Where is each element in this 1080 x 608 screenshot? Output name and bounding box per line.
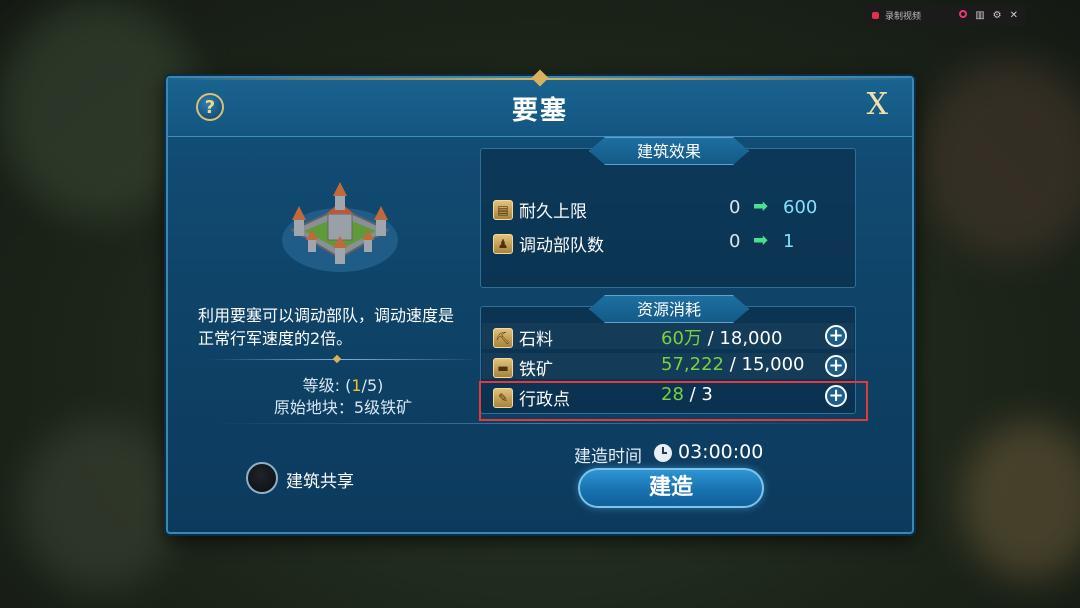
arrow-right-icon: ➡ [753, 230, 769, 251]
highlight-box [479, 381, 868, 421]
iron-icon: ▬ [493, 357, 513, 378]
troop-icon: ♟ [493, 233, 513, 254]
screen-recorder-bar: 录制视频 ▥ ⚙ ✕ [866, 4, 1026, 26]
title-ornament-line [546, 78, 912, 80]
effects-section: 建筑效果 ▤ 耐久上限 0 ➡ 600 ♟ 调动部队数 0 ➡ 1 [480, 137, 856, 288]
building-level: 等级: (1/5) [302, 376, 384, 395]
effect-label: 调动部队数 [519, 236, 604, 256]
divider [208, 423, 868, 424]
stone-icon: ⛏ [493, 327, 513, 348]
fortress-dialog: ? 要塞 X 利用要塞可以调动部队，调动速度是正常行军速度的2倍。 等级: (1… [166, 69, 914, 534]
effect-label: 耐久上限 [519, 202, 587, 222]
background-blob [920, 60, 1080, 260]
effect-to: 600 [783, 197, 818, 218]
record-button-icon[interactable] [959, 9, 968, 18]
fortress-image [280, 178, 400, 278]
building-description: 利用要塞可以调动部队，调动速度是正常行军速度的2倍。 [198, 306, 455, 348]
building-share-toggle[interactable] [246, 462, 278, 494]
build-button[interactable]: 建造 [578, 468, 764, 508]
settings-icon[interactable]: ⚙ [993, 10, 1002, 21]
build-time-value: 03:00:00 [678, 441, 764, 463]
add-iron-button[interactable]: + [825, 355, 847, 377]
resource-label: 铁矿 [519, 360, 553, 380]
dialog-title: 要塞 [511, 96, 568, 126]
background-blob [20, 420, 180, 590]
resource-row-iron: ▬ 铁矿 [493, 355, 553, 380]
resource-label: 石料 [519, 330, 553, 350]
record-icon [872, 11, 879, 19]
divider [208, 359, 478, 360]
resources-header: 资源消耗 [589, 295, 749, 323]
effect-row-troops: ♟ 调动部队数 [493, 231, 604, 256]
dialog-header: ? 要塞 X [168, 69, 912, 137]
original-tile: 原始地块：5级铁矿 [273, 398, 413, 417]
effect-row-durability: ▤ 耐久上限 [493, 197, 587, 222]
divider-ornament [332, 354, 342, 364]
clock-icon [654, 444, 672, 462]
background-blob [960, 420, 1080, 580]
level-current: 1 [351, 376, 362, 395]
close-icon[interactable]: ✕ [1010, 10, 1018, 21]
title-ornament [531, 69, 549, 87]
durability-icon: ▤ [493, 199, 513, 220]
pause-icon[interactable]: ▥ [975, 10, 984, 21]
recorder-label: 录制视频 [885, 11, 922, 22]
title-ornament-line [168, 78, 534, 80]
effect-to: 1 [783, 231, 795, 252]
build-time-label: 建造时间 [574, 447, 642, 467]
building-share-label: 建筑共享 [286, 472, 354, 492]
add-stone-button[interactable]: + [825, 325, 847, 347]
effects-header: 建筑效果 [589, 137, 749, 165]
effect-from: 0 [729, 231, 741, 252]
effect-from: 0 [729, 197, 741, 218]
close-button[interactable]: X [867, 88, 888, 122]
resource-amount: 57,222 / 15,000 [661, 354, 805, 375]
resource-row-stone: ⛏ 石料 [493, 325, 553, 350]
arrow-right-icon: ➡ [753, 196, 769, 217]
resource-amount: 60万 / 18,000 [661, 328, 783, 349]
